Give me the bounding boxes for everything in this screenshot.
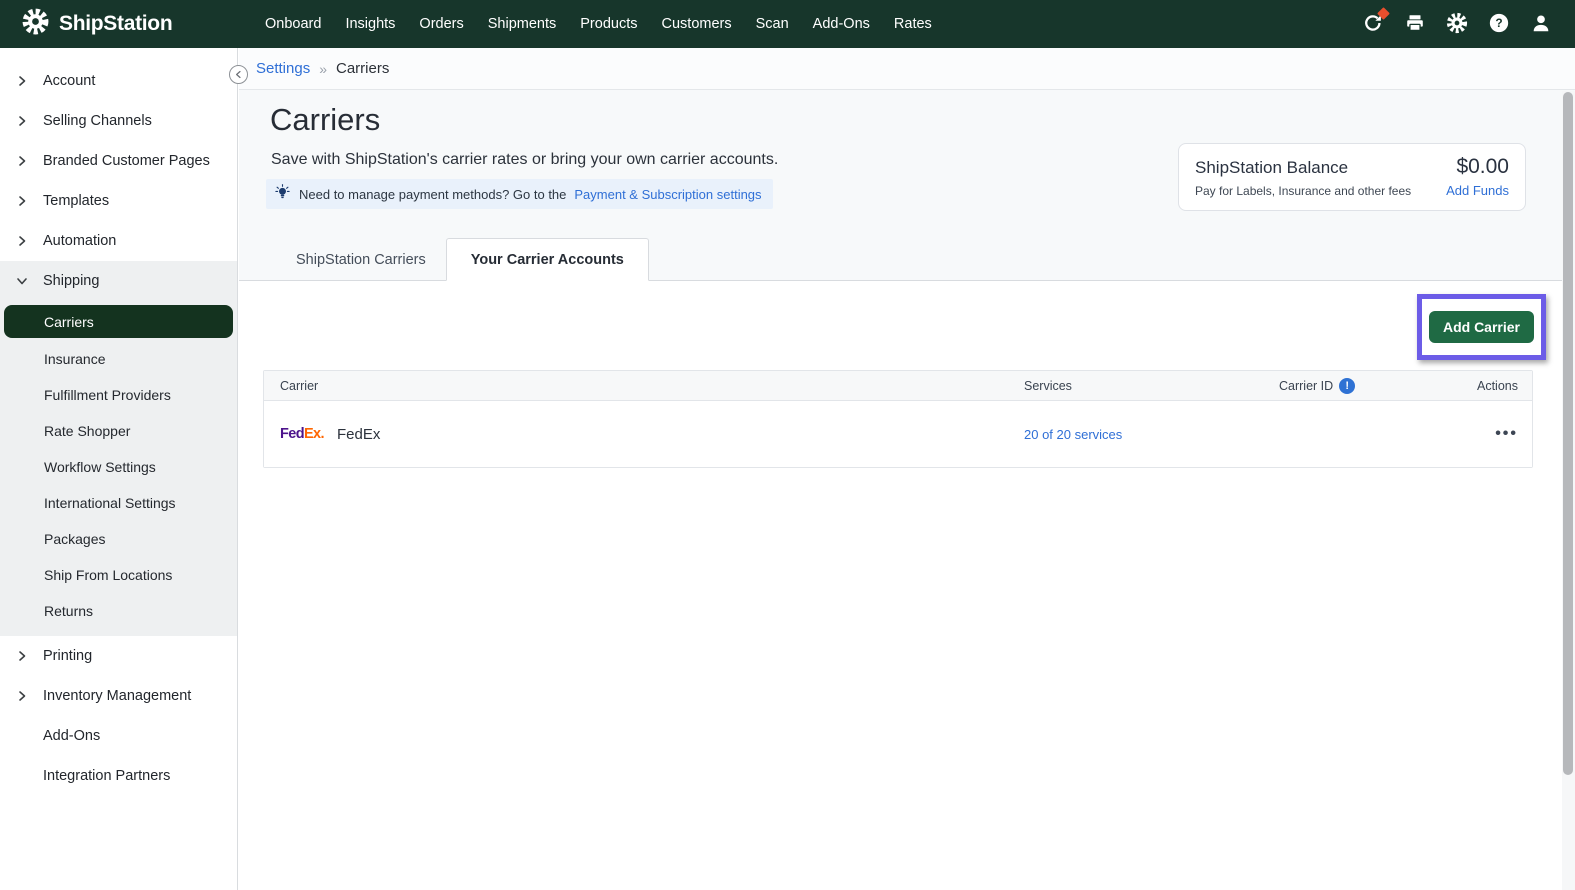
main-content: Settings » Carriers Carriers Save with S… [239,48,1575,890]
help-icon: ? [1488,12,1510,37]
balance-title: ShipStation Balance [1195,158,1348,178]
sidebar-item-add-ons[interactable]: Add-Ons [0,716,237,756]
sidebar-item-carriers[interactable]: Carriers [4,305,233,338]
print-button[interactable] [1403,12,1427,36]
sidebar-item-automation[interactable]: Automation [0,221,237,261]
carriers-table: Carrier Services Carrier ID ! Actions Fe… [263,370,1533,468]
sidebar-item-international-settings[interactable]: International Settings [0,485,237,521]
carrier-tabs: ShipStation Carriers Your Carrier Accoun… [276,238,649,281]
tab-your-carrier-accounts[interactable]: Your Carrier Accounts [446,238,649,281]
nav-customers[interactable]: Customers [662,12,732,36]
sidebar-item-inventory-management[interactable]: Inventory Management [0,676,237,716]
chevron-right-icon [0,75,43,87]
payment-settings-link[interactable]: Payment & Subscription settings [574,187,761,202]
nav-products[interactable]: Products [580,12,637,36]
column-carrier: Carrier [264,379,1024,393]
svg-text:?: ? [1495,16,1502,30]
user-icon [1530,12,1552,37]
info-icon[interactable]: ! [1339,378,1355,394]
column-carrier-id: Carrier ID ! [1279,378,1419,394]
nav-scan[interactable]: Scan [756,12,789,36]
shipstation-brand[interactable]: ShipStation [0,8,172,40]
help-button[interactable]: ? [1487,12,1511,36]
shipstation-logo-icon [22,8,49,40]
sidebar-item-templates[interactable]: Templates [0,181,237,221]
navbar-icon-group: ? [1361,0,1553,48]
services-cell: 20 of 20 services [1024,426,1279,443]
actions-cell: ••• [1419,425,1532,443]
services-link[interactable]: 20 of 20 services [1024,427,1122,442]
chevron-down-icon [0,275,43,287]
sidebar-item-packages[interactable]: Packages [0,521,237,557]
breadcrumb-current: Carriers [336,60,389,77]
sidebar-item-shipping[interactable]: Shipping [0,261,237,301]
breadcrumb: Settings » Carriers [239,48,1575,90]
sidebar-item-fulfillment-providers[interactable]: Fulfillment Providers [0,377,237,413]
balance-description: Pay for Labels, Insurance and other fees [1195,184,1411,198]
top-navbar: ShipStation Onboard Insights Orders Ship… [0,0,1575,48]
chevron-right-icon [0,690,43,702]
scrollbar-thumb[interactable] [1563,92,1573,775]
table-row-fedex: FedEx. FedEx 20 of 20 services ••• [264,401,1532,467]
sidebar-collapse-button[interactable] [229,65,248,84]
nav-onboard[interactable]: Onboard [265,12,321,36]
balance-amount: $0.00 [1456,155,1509,179]
sidebar-item-insurance[interactable]: Insurance [0,341,237,377]
nav-orders[interactable]: Orders [419,12,463,36]
fedex-logo: FedEx. [280,426,324,442]
nav-rates[interactable]: Rates [894,12,932,36]
sidebar-item-selling-channels[interactable]: Selling Channels [0,101,237,141]
gear-icon [1446,12,1468,37]
settings-sidebar: Account Selling Channels Branded Custome… [0,48,238,890]
primary-nav: Onboard Insights Orders Shipments Produc… [265,12,932,36]
sidebar-item-account[interactable]: Account [0,61,237,101]
chevron-right-icon [0,650,43,662]
nav-shipments[interactable]: Shipments [488,12,557,36]
lightbulb-icon [274,184,291,204]
sidebar-item-returns[interactable]: Returns [0,593,237,629]
your-carrier-accounts-panel: Add Carrier Carrier Services Carrier ID … [239,281,1575,890]
refresh-button[interactable] [1361,12,1385,36]
sidebar-item-printing[interactable]: Printing [0,636,237,676]
add-funds-link[interactable]: Add Funds [1446,183,1509,198]
page-header: Carriers Save with ShipStation's carrier… [239,90,1575,281]
annotation-highlight-box: Add Carrier [1417,294,1546,360]
nav-add-ons[interactable]: Add-Ons [813,12,870,36]
chevron-right-icon [0,155,43,167]
column-actions: Actions [1419,379,1532,393]
payment-tip-banner: Need to manage payment methods? Go to th… [266,179,773,209]
breadcrumb-settings-link[interactable]: Settings [256,60,310,77]
sidebar-item-integration-partners[interactable]: Integration Partners [0,756,237,796]
tab-shipstation-carriers[interactable]: ShipStation Carriers [276,238,446,281]
settings-button[interactable] [1445,12,1469,36]
account-button[interactable] [1529,12,1553,36]
sidebar-item-ship-from-locations[interactable]: Ship From Locations [0,557,237,593]
payment-tip-text: Need to manage payment methods? Go to th… [299,187,566,202]
row-actions-menu-button[interactable]: ••• [1495,425,1518,443]
table-header-row: Carrier Services Carrier ID ! Actions [264,371,1532,401]
carrier-name: FedEx [337,426,380,443]
chevron-right-icon [0,195,43,207]
nav-insights[interactable]: Insights [345,12,395,36]
carrier-cell: FedEx. FedEx [264,426,1024,443]
vertical-scrollbar [1562,91,1575,890]
sidebar-item-workflow-settings[interactable]: Workflow Settings [0,449,237,485]
sidebar-item-rate-shopper[interactable]: Rate Shopper [0,413,237,449]
column-services: Services [1024,379,1279,393]
chevron-right-icon [0,235,43,247]
brand-name: ShipStation [59,12,172,36]
sidebar-shipping-group: Shipping Carriers Insurance Fulfillment … [0,261,237,636]
chevron-right-icon [0,115,43,127]
chevron-left-icon [234,67,243,82]
page-title: Carriers [270,102,380,138]
add-carrier-button[interactable]: Add Carrier [1429,311,1534,343]
sidebar-item-branded-customer-pages[interactable]: Branded Customer Pages [0,141,237,181]
printer-icon [1404,12,1426,37]
breadcrumb-separator: » [319,61,327,77]
balance-card: ShipStation Balance $0.00 Pay for Labels… [1178,143,1526,211]
page-subtitle: Save with ShipStation's carrier rates or… [271,151,778,169]
